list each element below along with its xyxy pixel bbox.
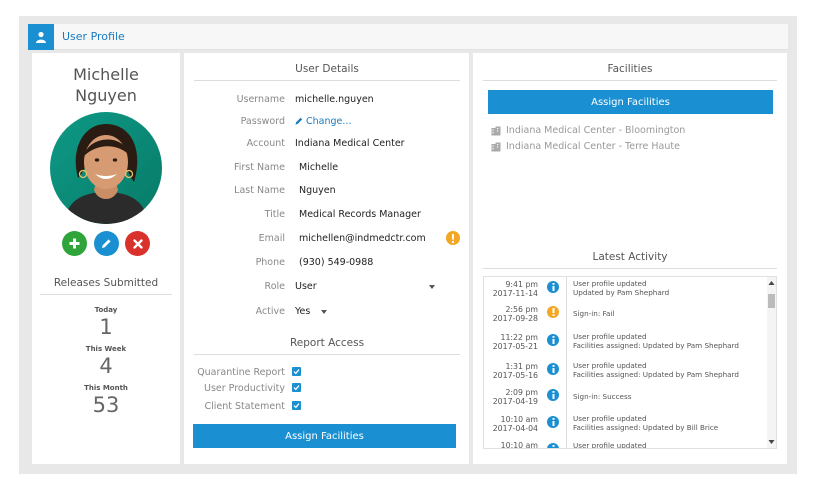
client-statement-checkbox[interactable] xyxy=(292,401,301,410)
last-name-input[interactable]: Nguyen xyxy=(299,185,336,196)
info-icon xyxy=(547,334,559,346)
info-icon xyxy=(547,389,559,401)
title-input[interactable]: Medical Records Manager xyxy=(299,209,421,220)
activity-item: 1:31 pm 2017-05-16 User profile updated Fa… xyxy=(492,361,739,380)
field-first-name: First Name Michelle xyxy=(233,162,339,173)
report-user-productivity: User Productivity xyxy=(184,382,469,396)
activity-item: 11:22 pm 2017-05-21 User profile updated F… xyxy=(492,332,739,351)
field-active: Active Yes xyxy=(184,304,469,320)
assign-facilities-button-report[interactable]: Assign Facilities xyxy=(193,424,456,448)
add-icon xyxy=(69,238,80,249)
facilities-panel: Facilities Assign Facilities Indiana Med… xyxy=(473,53,787,464)
edit-icon xyxy=(101,239,111,248)
email-input[interactable]: michellen@indmedctr.com xyxy=(299,233,426,244)
stat-value-month: 53 xyxy=(92,393,120,417)
account-value[interactable]: Indiana Medical Center xyxy=(295,138,405,149)
field-title: Title Medical Records Manager xyxy=(264,209,421,220)
check-icon xyxy=(293,369,300,375)
add-button[interactable] xyxy=(62,231,87,256)
stat-value-today: 1 xyxy=(99,315,113,339)
latest-activity-title: Latest Activity xyxy=(483,251,777,269)
role-select[interactable]: User xyxy=(295,279,435,294)
username-value[interactable]: michelle.nguyen xyxy=(295,94,374,105)
user-name: Michelle Nguyen xyxy=(73,65,139,105)
warning-icon xyxy=(547,306,559,318)
assign-facilities-button[interactable]: Assign Facilities xyxy=(488,90,773,114)
edit-button[interactable] xyxy=(93,231,119,256)
field-account: Account Indiana Medical Center xyxy=(246,138,405,149)
activity-item: 10:10 am User profile updated xyxy=(484,439,768,448)
pencil-icon xyxy=(295,117,303,125)
activity-item: 2:56 pm 2017-09-28 Sign-in: Fail xyxy=(492,305,615,323)
building-icon xyxy=(491,126,501,135)
field-password: Password Change... xyxy=(240,116,352,127)
delete-button[interactable] xyxy=(125,231,150,256)
info-icon xyxy=(547,281,559,293)
avatar xyxy=(50,112,162,224)
field-last-name: Last Name Nguyen xyxy=(234,185,336,196)
stat-label-today: Today xyxy=(94,306,118,314)
activity-item: 2:09 pm 2017-04-19 Sign-in: Success xyxy=(492,388,632,406)
header-bar: User Profile xyxy=(28,24,788,50)
quarantine-report-checkbox[interactable] xyxy=(292,367,301,376)
field-role: Role User xyxy=(184,279,469,295)
check-icon xyxy=(293,385,300,391)
active-select[interactable]: Yes xyxy=(295,304,327,319)
delete-icon xyxy=(132,238,143,249)
profile-panel: Michelle Nguyen Releases Submitted Today… xyxy=(32,53,180,464)
change-password-link[interactable]: Change... xyxy=(295,116,351,127)
phone-input[interactable]: (930) 549-0988 xyxy=(299,257,373,268)
user-details-panel: User Details Username michelle.nguyen Pa… xyxy=(184,53,469,464)
field-email: Email michellen@indmedctr.com xyxy=(184,231,469,247)
facilities-title: Facilities xyxy=(483,63,777,81)
releases-title: Releases Submitted xyxy=(40,277,172,295)
user-details-title: User Details xyxy=(194,63,460,81)
field-phone: Phone (930) 549-0988 xyxy=(255,257,374,268)
report-client-statement: Client Statement xyxy=(184,400,469,414)
facility-item[interactable]: Indiana Medical Center - Bloomington xyxy=(491,125,685,136)
caret-down-icon xyxy=(429,285,435,289)
profile-actions xyxy=(62,231,150,256)
scroll-down-icon[interactable] xyxy=(767,438,776,446)
user-menu-button[interactable] xyxy=(28,24,54,50)
first-name-input[interactable]: Michelle xyxy=(299,162,338,173)
email-warning-icon[interactable] xyxy=(446,231,460,245)
activity-list[interactable]: 9:41 pm 2017-11-14 User profile updated Up… xyxy=(483,276,777,449)
info-icon xyxy=(547,416,559,428)
stat-value-week: 4 xyxy=(99,354,113,378)
user-productivity-checkbox[interactable] xyxy=(292,383,301,392)
report-quarantine: Quarantine Report xyxy=(184,366,469,380)
info-icon xyxy=(547,363,559,375)
building-icon xyxy=(491,142,501,151)
activity-item: 9:41 pm 2017-11-14 User profile updated Up… xyxy=(492,279,670,298)
activity-scrollbar[interactable] xyxy=(767,277,776,448)
stat-label-week: This Week xyxy=(85,345,127,353)
activity-item: 10:10 am 2017-04-04 User profile updated F… xyxy=(492,414,719,433)
facility-item[interactable]: Indiana Medical Center - Terre Haute xyxy=(491,141,680,152)
check-icon xyxy=(293,403,300,409)
user-icon xyxy=(36,31,46,43)
report-access-title: Report Access xyxy=(194,337,460,355)
info-icon xyxy=(547,443,559,448)
field-username: Username michelle.nguyen xyxy=(236,94,374,105)
stat-label-month: This Month xyxy=(84,384,128,392)
caret-down-icon xyxy=(321,310,327,314)
scroll-thumb[interactable] xyxy=(768,294,775,308)
scroll-up-icon[interactable] xyxy=(767,279,776,287)
page-title: User Profile xyxy=(62,30,125,43)
